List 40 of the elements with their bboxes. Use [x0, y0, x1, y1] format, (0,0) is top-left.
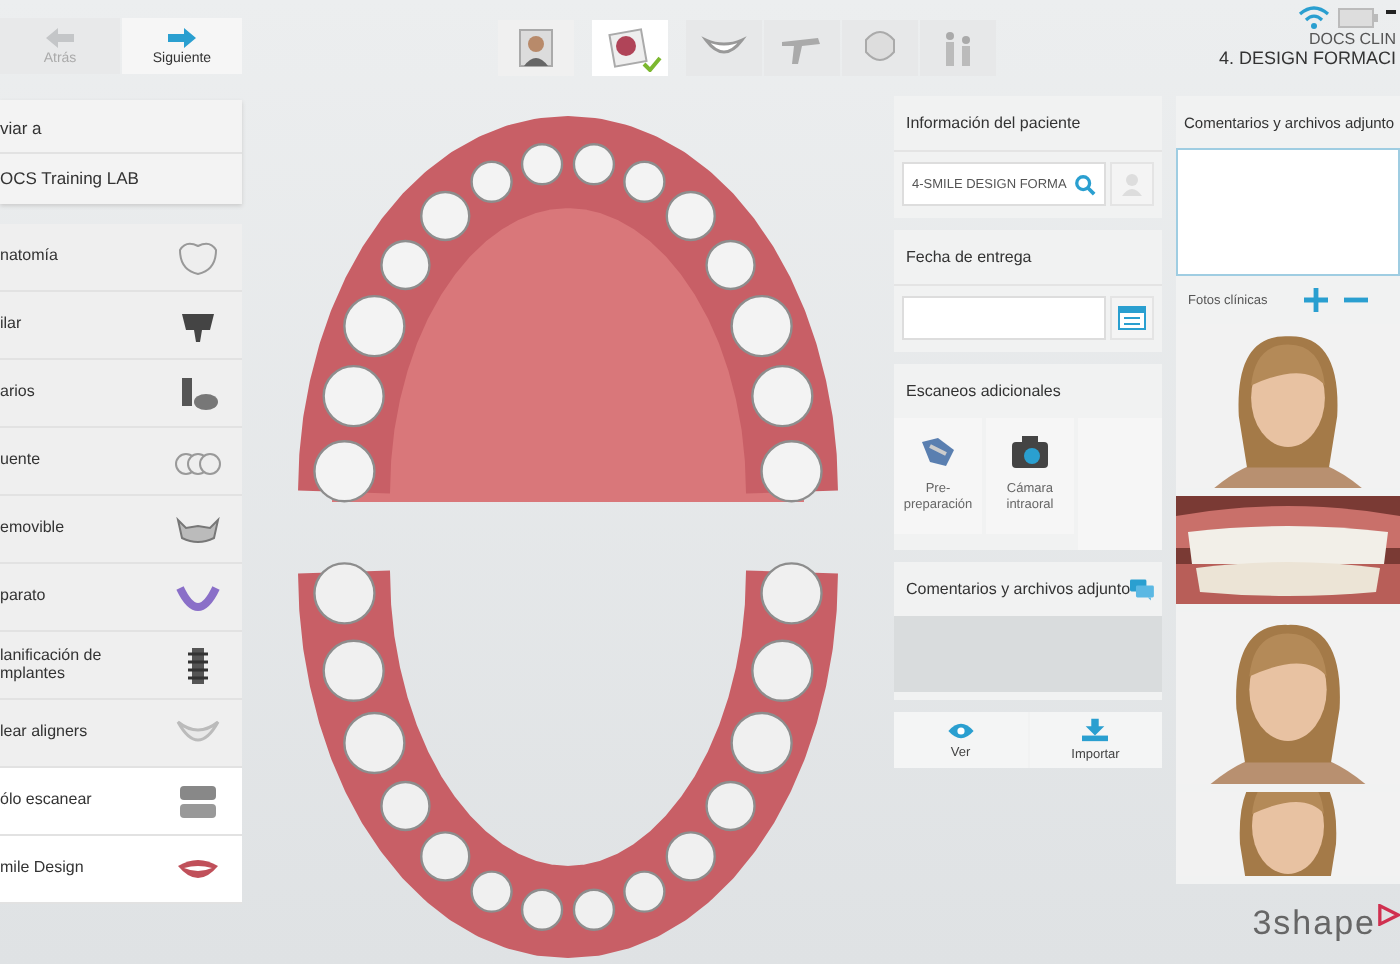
- date-field[interactable]: [902, 296, 1106, 340]
- download-icon: [1082, 718, 1109, 742]
- chat-icon[interactable]: [1130, 575, 1154, 603]
- camera-icon: [1010, 434, 1050, 470]
- step-tab[interactable]: [592, 20, 668, 76]
- product-item[interactable]: emovible: [0, 496, 242, 564]
- section-title: Escaneos adicionales: [904, 380, 1063, 404]
- product-item[interactable]: arios: [0, 360, 242, 428]
- step-tab[interactable]: [686, 20, 762, 76]
- product-item[interactable]: mile Design: [0, 836, 242, 904]
- next-arrow-icon: [168, 27, 196, 47]
- wifi-icon: [1298, 6, 1330, 30]
- lab-name[interactable]: OCS Training LAB: [0, 154, 242, 188]
- product-item[interactable]: lanificación de mplantes: [0, 632, 242, 700]
- section-title: Comentarios y archivos adjunto: [904, 578, 1131, 602]
- product-item[interactable]: ólo escanear: [0, 768, 242, 836]
- plus-icon: [1304, 288, 1328, 312]
- calendar-button[interactable]: [1110, 296, 1154, 340]
- client-name: DOCS CLIN: [1308, 30, 1396, 48]
- step-tab[interactable]: [498, 20, 574, 76]
- product-item[interactable]: lear aligners: [0, 700, 242, 768]
- product-item[interactable]: parato: [0, 564, 242, 632]
- product-item[interactable]: natomía: [0, 224, 242, 292]
- battery-icon: [1338, 8, 1378, 28]
- calendar-icon: [1118, 306, 1146, 330]
- check-icon: [642, 56, 662, 72]
- product-item[interactable]: ilar: [0, 292, 242, 360]
- section-title: Fecha de entrega: [904, 246, 1034, 270]
- section-title: Información del paciente: [904, 112, 1083, 136]
- triangle-icon: [1378, 904, 1400, 926]
- back-arrow-icon: [46, 27, 74, 47]
- product-item[interactable]: uente: [0, 428, 242, 496]
- comments-field[interactable]: [1176, 148, 1400, 276]
- add-button[interactable]: [1304, 288, 1328, 312]
- case-title: 4. DESIGN FORMACI: [1218, 48, 1396, 68]
- crown-icon: [174, 237, 222, 277]
- send-label: viar a: [0, 100, 242, 154]
- search-icon[interactable]: [1074, 173, 1096, 195]
- brand-logo: 3shape: [1252, 904, 1376, 944]
- eye-icon: [947, 721, 974, 739]
